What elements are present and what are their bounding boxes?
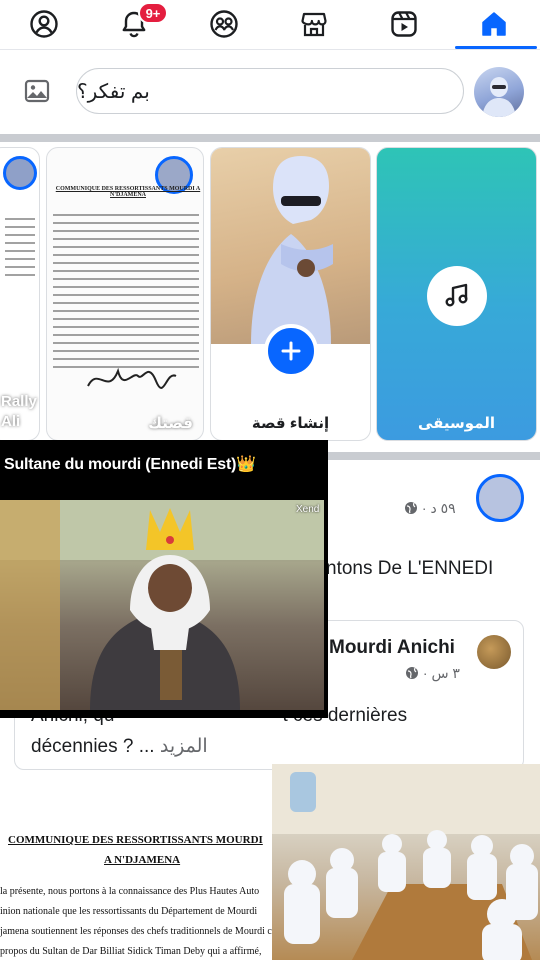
story-label: قصتك xyxy=(148,415,193,432)
reels-tab[interactable] xyxy=(374,0,434,48)
story-card-rally-ali[interactable]: Rally Ali xyxy=(0,147,40,441)
avatar-figure xyxy=(482,77,516,117)
globe-icon xyxy=(406,667,418,679)
music-story-label: الموسيقى xyxy=(417,415,496,432)
active-tab-indicator xyxy=(455,46,537,49)
marketplace-tab[interactable] xyxy=(284,0,344,48)
watermark: Xend xyxy=(296,504,320,515)
shared-post-time: ٣ س · xyxy=(422,665,460,681)
profile-icon xyxy=(30,10,58,38)
post-text: ntons De L'ENNEDI xyxy=(326,558,494,579)
avatar[interactable] xyxy=(476,474,524,522)
story-doc-heading: COMMUNIQUE DES RESSORTISSANTS MOURDI A N… xyxy=(55,186,201,198)
shared-post-text-line: décennies ? ... xyxy=(31,736,155,757)
see-more-link[interactable]: المزيد xyxy=(160,736,208,757)
plus-icon xyxy=(281,341,301,361)
avatar[interactable] xyxy=(477,635,511,669)
stories-tray: Rally Ali COMMUNIQUE DES RESSORTISSANTS … xyxy=(0,142,540,452)
home-tab[interactable] xyxy=(464,0,524,48)
shared-post-timestamp: ٣ س · xyxy=(405,665,460,682)
story-label: Rally Ali xyxy=(1,393,37,430)
section-divider xyxy=(0,134,540,142)
friends-icon xyxy=(210,10,238,38)
video-frame xyxy=(0,500,324,710)
photo-button[interactable] xyxy=(24,78,50,104)
post-time: ٥٩ د · xyxy=(421,500,456,516)
music-note-icon xyxy=(445,283,468,307)
document-line: inion nationale que les ressortissants d… xyxy=(0,906,258,917)
document-line: propos du Sultan de Dar Billiat Sidick T… xyxy=(0,946,262,957)
video-caption: Sultane du mourdi (Ennedi Est)👑 xyxy=(4,456,256,473)
composer-input[interactable]: بم تفكر؟ xyxy=(76,68,464,114)
story-card-your-story[interactable]: COMMUNIQUE DES RESSORTISSANTS MOURDI A N… xyxy=(46,147,204,441)
home-icon xyxy=(482,12,506,36)
document-subheading: A N'DJAMENA xyxy=(104,854,181,866)
create-story-card[interactable]: إنشاء قصة xyxy=(210,147,371,441)
top-navigation: 9+ xyxy=(0,0,540,50)
story-text-lines xyxy=(53,214,199,374)
document-heading: COMMUNIQUE DES RESSORTISSANTS MOURDI xyxy=(8,834,263,846)
avatar[interactable] xyxy=(474,67,524,117)
reels-icon xyxy=(391,11,417,37)
music-button[interactable] xyxy=(427,266,487,326)
add-story-button[interactable] xyxy=(264,324,318,378)
document-line: la présente, nous portons à la connaissa… xyxy=(0,886,260,897)
photo-icon xyxy=(24,79,50,103)
create-story-label: إنشاء قصة xyxy=(251,415,330,432)
meeting-photo[interactable] xyxy=(272,764,540,960)
story-photo xyxy=(211,148,370,344)
story-text-lines xyxy=(5,218,35,282)
profile-tab[interactable] xyxy=(14,0,74,48)
sultan-figure xyxy=(0,500,324,710)
friends-tab[interactable] xyxy=(194,0,254,48)
avatar xyxy=(3,156,37,190)
document-line: jamena soutiennent les réponses des chef… xyxy=(0,926,282,937)
post-timestamp: ٥٩ د · xyxy=(404,500,456,517)
globe-icon xyxy=(405,502,417,514)
marketplace-icon xyxy=(301,12,327,37)
floating-video-overlay[interactable]: Sultane du mourdi (Ennedi Est)👑 Xend xyxy=(0,440,328,718)
meeting-scene xyxy=(272,764,540,960)
person-photo xyxy=(251,156,333,344)
document-image[interactable]: COMMUNIQUE DES RESSORTISSANTS MOURDI A N… xyxy=(0,776,300,960)
shared-post-author[interactable]: Mourdi Anichi xyxy=(329,637,455,659)
music-story-card[interactable]: الموسيقى xyxy=(376,147,537,441)
notification-badge: 9+ xyxy=(138,2,168,24)
signature-mark xyxy=(87,367,177,389)
shared-post-text-line2: décennies ? ... المزيد xyxy=(31,735,208,758)
